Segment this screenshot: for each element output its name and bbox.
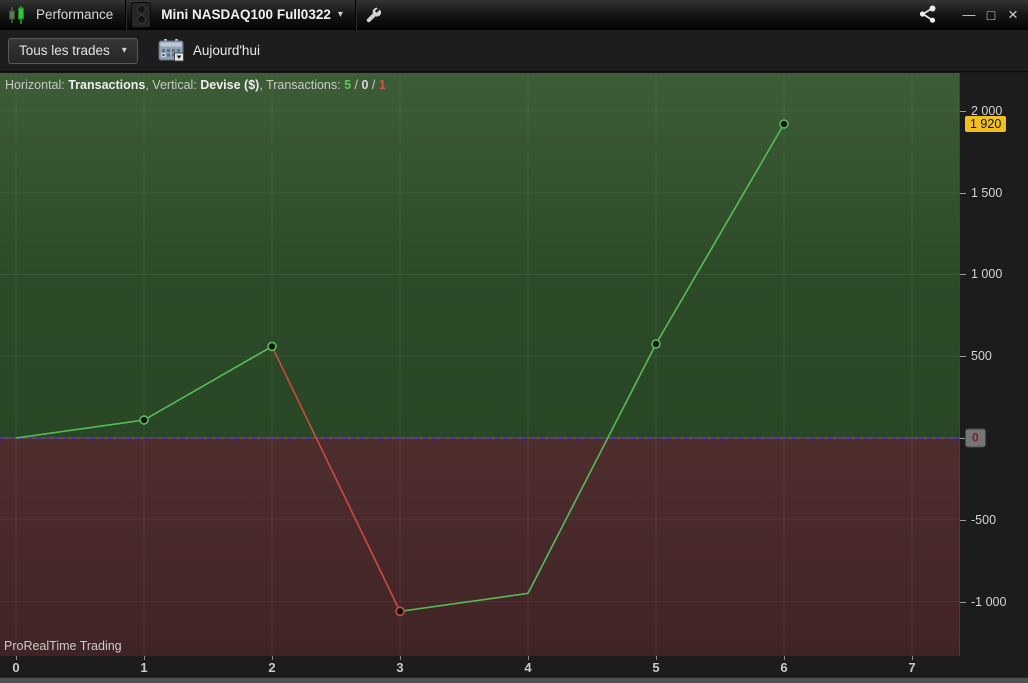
titlebar[interactable]: Performance Mini NASDAQ100 Full0322 ▾ — … bbox=[0, 0, 1028, 30]
maximize-button[interactable]: □ bbox=[982, 7, 1000, 23]
y-axis-label: -500 bbox=[971, 512, 997, 527]
chart-area: Horizontal: Transactions, Vertical: Devi… bbox=[0, 73, 1028, 683]
y-axis-tick bbox=[960, 519, 966, 521]
window-title: Performance bbox=[36, 7, 114, 22]
wrench-icon[interactable] bbox=[365, 7, 381, 23]
equity-curve-svg bbox=[0, 73, 960, 656]
x-axis-label: 7 bbox=[908, 660, 916, 675]
caret-down-icon: ▾ bbox=[337, 9, 343, 20]
data-point-marker[interactable] bbox=[779, 119, 789, 129]
close-button[interactable]: × bbox=[1004, 5, 1022, 25]
data-point-marker[interactable] bbox=[267, 341, 277, 352]
data-point-marker[interactable] bbox=[395, 606, 405, 617]
grip-dot bbox=[136, 5, 146, 14]
y-axis-tick bbox=[960, 356, 966, 358]
instrument-selector[interactable]: Mini NASDAQ100 Full0322 ▾ bbox=[161, 7, 343, 22]
data-point-marker[interactable] bbox=[139, 415, 149, 425]
x-axis-label: 2 bbox=[268, 660, 276, 675]
last-value-badge: 1 920 bbox=[965, 116, 1007, 133]
legend-vertical-label: , Vertical: bbox=[145, 78, 201, 92]
instrument-name: Mini NASDAQ100 Full0322 bbox=[161, 7, 331, 22]
period-label: Aujourd'hui bbox=[192, 43, 260, 58]
legend-separator: / bbox=[351, 78, 362, 92]
calendar-icon[interactable] bbox=[158, 39, 185, 62]
equity-curve-segment bbox=[143, 345, 273, 421]
y-axis-label: 1 500 bbox=[971, 185, 1003, 200]
x-axis-label: 3 bbox=[396, 660, 404, 675]
x-axis-label: 5 bbox=[652, 660, 660, 675]
caret-down-icon: ▾ bbox=[121, 45, 127, 56]
legend-wins-count: 5 bbox=[344, 78, 352, 92]
trades-filter-dropdown[interactable]: Tous les trades ▾ bbox=[8, 37, 138, 64]
y-axis[interactable]: 2 000 1 500 1 000 500 0 -500 -1 000 1 920 bbox=[960, 73, 1028, 679]
legend-vertical-value: Devise ($) bbox=[200, 78, 260, 92]
titlebar-divider bbox=[354, 0, 356, 30]
legend-horizontal-label: Horizontal: bbox=[5, 78, 69, 92]
equity-curve-segment bbox=[399, 592, 529, 613]
legend-horizontal-value: Transactions bbox=[68, 78, 146, 92]
candlestick-chart-icon bbox=[7, 5, 27, 24]
x-axis-label: 1 bbox=[140, 660, 148, 675]
legend-separator: / bbox=[368, 78, 379, 92]
y-axis-label: 1 000 bbox=[971, 267, 1003, 282]
x-axis-label: 0 bbox=[12, 660, 20, 675]
y-axis-tick bbox=[960, 192, 966, 194]
y-axis-tick bbox=[960, 601, 966, 603]
trades-filter-label: Tous les trades bbox=[19, 43, 110, 58]
share-icon[interactable] bbox=[918, 5, 938, 24]
y-axis-label: 500 bbox=[971, 349, 992, 364]
equity-curve-segment bbox=[527, 343, 657, 594]
chart-toolbar: Tous les trades ▾ Aujourd'hui bbox=[0, 30, 1028, 72]
horizontal-scrollbar[interactable] bbox=[0, 677, 1028, 683]
x-axis-label: 6 bbox=[780, 660, 788, 675]
minimize-button[interactable]: — bbox=[960, 7, 978, 22]
panel-grip-icon[interactable] bbox=[131, 1, 152, 28]
data-point-marker[interactable] bbox=[651, 339, 661, 349]
legend-transactions-label: , Transactions: bbox=[259, 78, 345, 92]
chart-legend: Horizontal: Transactions, Vertical: Devi… bbox=[5, 78, 386, 92]
x-axis[interactable]: 0 1 2 3 4 5 6 7 bbox=[0, 656, 960, 678]
y-axis-tick bbox=[960, 110, 966, 112]
plot-area[interactable]: Horizontal: Transactions, Vertical: Devi… bbox=[0, 73, 960, 656]
watermark: ProRealTime Trading bbox=[4, 639, 122, 653]
x-axis-label: 4 bbox=[524, 660, 532, 675]
y-axis-label: -1 000 bbox=[971, 594, 1007, 609]
y-axis-zero-badge: 0 bbox=[965, 428, 986, 448]
legend-losses-count: 1 bbox=[378, 78, 386, 92]
y-axis-tick bbox=[960, 274, 966, 276]
equity-curve-segment bbox=[271, 346, 401, 612]
performance-window: Performance Mini NASDAQ100 Full0322 ▾ — … bbox=[0, 0, 1028, 683]
equity-curve-segment bbox=[15, 419, 145, 439]
grip-dot bbox=[136, 15, 146, 24]
equity-curve-segment bbox=[655, 123, 785, 345]
titlebar-divider bbox=[125, 0, 127, 30]
